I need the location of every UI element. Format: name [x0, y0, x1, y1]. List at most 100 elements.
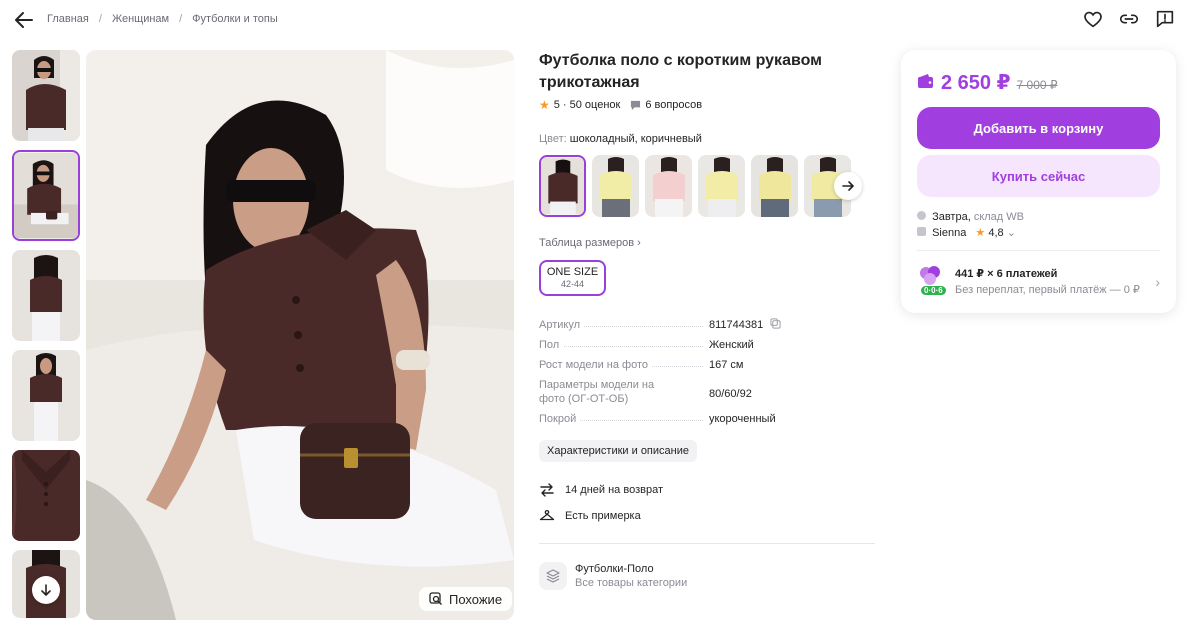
size-table-link[interactable]: Таблица размеров ›: [539, 237, 641, 249]
spec-key: Покрой: [539, 413, 581, 425]
reviews-count[interactable]: · 50 оценок: [563, 99, 620, 111]
spec-key: Рост модели на фото: [539, 359, 653, 371]
share-link-button[interactable]: [1118, 8, 1140, 30]
swatch-photo: [751, 155, 798, 217]
rating-row: ★ 5 · 50 оценок 6 вопросов: [539, 98, 702, 112]
color-value: шоколадный, коричневый: [569, 133, 702, 145]
swatches-next-button[interactable]: [834, 172, 862, 200]
thumbnail[interactable]: [12, 250, 80, 341]
report-button[interactable]: [1154, 8, 1176, 30]
color-swatch[interactable]: [592, 155, 639, 217]
color-swatch[interactable]: [698, 155, 745, 217]
similar-products-button[interactable]: Похожие: [419, 587, 513, 611]
breadcrumb-women[interactable]: Женщинам: [112, 13, 169, 25]
thumbnail[interactable]: [12, 450, 80, 541]
spec-key: Пол: [539, 339, 564, 351]
category-sub: Все товары категории: [575, 577, 688, 589]
feature-label: Есть примерка: [565, 510, 641, 522]
spec-row: Параметры модели на фото (ОГ-ОТ-ОБ) 80/6…: [539, 378, 875, 412]
spec-value: укороченный: [709, 413, 776, 425]
swatch-photo: [541, 157, 584, 215]
spec-value: Женский: [709, 339, 754, 351]
thumbnail-list: [12, 50, 80, 627]
size-name: ONE SIZE: [546, 266, 599, 278]
color-swatch[interactable]: [645, 155, 692, 217]
color-label-key: Цвет:: [539, 133, 567, 145]
spec-key: Артикул: [539, 319, 585, 331]
seller-row[interactable]: Sienna ★ 4,8 ⌄: [917, 225, 1024, 241]
category-icon: [539, 562, 567, 590]
report-icon: [1156, 10, 1174, 28]
breadcrumb: Главная / Женщинам / Футболки и топы: [47, 13, 278, 25]
copy-icon[interactable]: [770, 318, 781, 329]
arrow-left-icon: [15, 12, 33, 28]
specs-table: Артикул 811744381 Пол Женский Рост модел…: [539, 318, 875, 432]
breadcrumb-tshirts[interactable]: Футболки и топы: [192, 13, 278, 25]
thumbnail[interactable]: [12, 550, 80, 618]
installment-offer[interactable]: 0·0·6 441 ₽ × 6 платежей Без переплат, п…: [917, 264, 1160, 298]
spec-row: Покрой укороченный: [539, 412, 875, 432]
spec-key: Параметры модели на фото (ОГ-ОТ-ОБ): [539, 378, 679, 406]
delivery-where: склад WB: [973, 211, 1024, 223]
arrow-down-icon: [41, 584, 51, 596]
breadcrumb-home[interactable]: Главная: [47, 13, 89, 25]
star-icon: ★: [539, 98, 550, 112]
favorite-button[interactable]: [1082, 8, 1104, 30]
rating-value[interactable]: 5: [554, 99, 560, 111]
color-swatch-chocolate[interactable]: [539, 155, 586, 217]
spec-value: 811744381: [709, 318, 781, 332]
store-icon: [917, 227, 926, 236]
installment-badge: 0·0·6: [921, 286, 946, 295]
photo-thumbnail: [12, 50, 80, 141]
category-name: Футболки-Поло: [575, 563, 654, 575]
swatch-photo: [698, 155, 745, 217]
add-to-cart-button[interactable]: Добавить в корзину: [917, 107, 1160, 149]
product-photo: [86, 50, 514, 620]
delivery-info: Завтра, склад WB Sienna ★ 4,8 ⌄: [917, 209, 1024, 241]
spec-row: Рост модели на фото 167 см: [539, 358, 875, 378]
delivery-when: Завтра,: [932, 211, 971, 223]
thumbnail[interactable]: [12, 50, 80, 141]
seller-rating: 4,8: [988, 227, 1004, 239]
installment-sub: Без переплат, первый платёж — 0 ₽: [955, 283, 1140, 296]
installment-title: 441 ₽ × 6 платежей: [955, 267, 1058, 280]
main-product-photo[interactable]: [86, 50, 514, 620]
photo-thumbnail: [12, 350, 80, 441]
category-link[interactable]: Футболки-Поло Все товары категории: [539, 562, 687, 590]
breadcrumb-separator: /: [179, 13, 183, 25]
box-icon: [917, 211, 926, 220]
product-title: Футболка поло с коротким рукавом трикота…: [539, 52, 822, 91]
installment-badge-icon: 0·0·6: [917, 264, 947, 298]
delivery-row: Завтра, склад WB: [917, 209, 1024, 225]
article-number[interactable]: 811744381: [709, 319, 763, 331]
description-button[interactable]: Характеристики и описание: [539, 440, 697, 462]
star-icon: ★: [975, 227, 986, 239]
feature-fitting: Есть примерка: [539, 508, 641, 524]
wallet-icon: [918, 74, 933, 88]
thumbnail[interactable]: [12, 350, 80, 441]
chevron-down-icon: ⌄: [1006, 227, 1016, 239]
similar-label: Похожие: [449, 591, 503, 607]
color-swatch[interactable]: [751, 155, 798, 217]
color-swatches: [539, 155, 851, 217]
thumbnail-active[interactable]: [12, 150, 80, 241]
return-arrows-icon: [540, 483, 554, 497]
photo-thumbnail: [12, 250, 80, 341]
swatch-photo: [645, 155, 692, 217]
questions-count[interactable]: 6 вопросов: [645, 99, 702, 111]
buy-now-button[interactable]: Купить сейчас: [917, 155, 1160, 197]
photo-thumbnail: [14, 152, 78, 239]
photo-thumbnail: [12, 450, 80, 541]
spec-row: Пол Женский: [539, 338, 875, 358]
spec-value: 80/60/92: [709, 388, 752, 400]
price-card: 2 650 ₽ 7 000 ₽ Добавить в корзину Купит…: [901, 50, 1176, 313]
search-image-icon: [429, 592, 442, 605]
question-icon: [631, 100, 641, 110]
divider: [539, 543, 875, 544]
arrow-right-icon: [842, 181, 854, 191]
chevron-right-icon: ›: [1155, 274, 1160, 290]
thumbnails-scroll-down-button[interactable]: [32, 576, 60, 604]
layers-icon: [546, 569, 560, 583]
back-button[interactable]: [12, 8, 36, 32]
size-option[interactable]: ONE SIZE 42-44: [539, 260, 606, 296]
